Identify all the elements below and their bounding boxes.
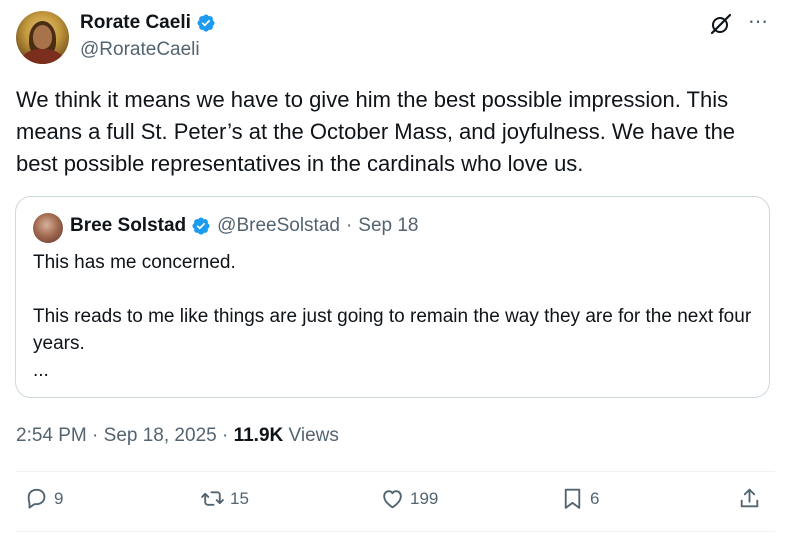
quoted-separator: · <box>345 215 353 236</box>
verified-badge-icon <box>197 14 215 32</box>
meta-separator: · <box>221 425 229 446</box>
reply-icon <box>27 488 46 509</box>
like-icon <box>383 490 402 509</box>
repost-icon <box>201 491 224 506</box>
like-count: 199 <box>410 488 439 508</box>
avatar-face <box>33 25 52 49</box>
bookmark-button[interactable]: 6 <box>560 486 599 511</box>
repost-button[interactable]: 15 <box>200 486 249 511</box>
author-name[interactable]: Rorate Caeli <box>80 12 191 34</box>
quoted-author-name: Bree Solstad <box>70 215 187 236</box>
bookmark-icon <box>564 488 581 509</box>
bookmark-count: 6 <box>590 488 600 508</box>
quoted-author-handle: @BreeSolstad <box>217 215 340 236</box>
quoted-author-avatar <box>33 213 63 243</box>
author-avatar[interactable] <box>16 11 69 64</box>
tweet-meta: 2:54 PM · Sep 18, 2025 · 11.9K Views <box>16 425 339 447</box>
tweet-date[interactable]: Sep 18, 2025 <box>104 425 217 446</box>
author-handle[interactable]: @RorateCaeli <box>80 39 200 61</box>
reply-button[interactable]: 9 <box>24 486 63 511</box>
views-label: Views <box>288 425 339 446</box>
views-count: 11.9K <box>233 425 284 446</box>
divider <box>16 531 775 532</box>
author-name-row: Rorate Caeli <box>80 12 216 34</box>
more-icon[interactable]: ⋯ <box>748 12 769 32</box>
quoted-tweet-header: Bree Solstad @BreeSolstad · Sep 18 <box>70 215 419 237</box>
action-bar: 9 15 199 6 <box>0 486 791 522</box>
share-button[interactable] <box>737 486 762 511</box>
tweet-text: We think it means we have to give him th… <box>16 87 736 176</box>
repost-count: 15 <box>230 488 249 508</box>
quoted-tweet-text: This has me concerned. This reads to me … <box>33 252 752 381</box>
avatar-robe <box>22 49 63 64</box>
meta-separator: · <box>92 425 99 446</box>
verified-badge-icon <box>192 217 210 235</box>
quoted-date: Sep 18 <box>358 215 419 236</box>
like-button[interactable]: 199 <box>380 486 438 511</box>
quoted-tweet[interactable]: Bree Solstad @BreeSolstad · Sep 18 This … <box>15 196 770 398</box>
divider <box>16 471 775 472</box>
share-icon <box>740 488 759 508</box>
reply-count: 9 <box>54 488 64 508</box>
tweet-time[interactable]: 2:54 PM <box>16 425 87 446</box>
grok-icon[interactable] <box>709 12 733 36</box>
